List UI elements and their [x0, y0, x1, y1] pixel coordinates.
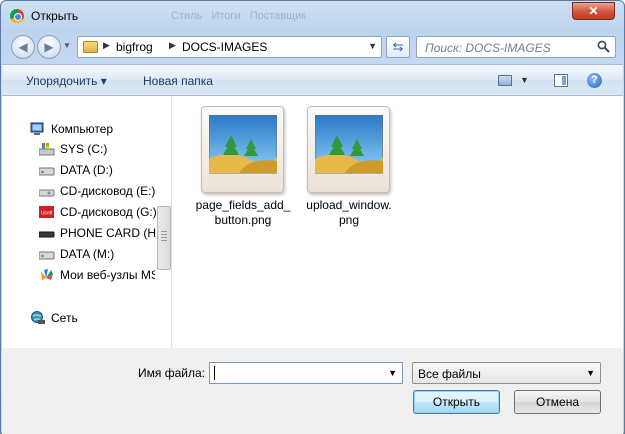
content-area: Компьютер SYS (C:) DATA (D:) CD-дисковод… [2, 96, 623, 348]
close-button[interactable]: ✕ [572, 2, 615, 20]
organize-menu-button[interactable]: Упорядочить ▾ [26, 74, 107, 88]
msn-icon [41, 269, 53, 280]
filename-history-dropdown-icon[interactable]: ▼ [388, 368, 397, 378]
filename-label: Имя файла: [138, 366, 205, 380]
help-icon[interactable]: ? [587, 73, 602, 88]
file-item-upload-window[interactable]: upload_window. png [293, 96, 393, 227]
search-input[interactable]: Поиск: DOCS-IMAGES [416, 36, 616, 58]
close-icon: ✕ [588, 4, 599, 18]
address-bar[interactable]: ▶ bigfrog ▶ DOCS-IMAGES ▼ [77, 36, 382, 58]
sidebar-item-label: Сеть [51, 311, 78, 325]
window-title: Открыть [31, 9, 79, 23]
cd-drive-icon [39, 189, 55, 197]
breadcrumb-separator-icon[interactable]: ▶ [169, 40, 176, 51]
cancel-button[interactable]: Отмена [514, 390, 601, 414]
breadcrumb-item-docs-images[interactable]: DOCS-IMAGES [182, 40, 267, 54]
folder-icon [83, 41, 98, 53]
open-button[interactable]: Открыть [413, 390, 500, 414]
image-file-icon [307, 106, 390, 193]
hard-drive-icon [39, 167, 55, 176]
search-placeholder: Поиск: DOCS-IMAGES [425, 41, 551, 55]
filename-input[interactable]: ▼ [209, 362, 403, 384]
removable-drive-icon [39, 231, 55, 238]
refresh-button[interactable]: ⇆ [386, 36, 410, 58]
sidebar-item-label: CD-дисковод (E:) [60, 184, 156, 198]
chevron-down-icon: ▼ [586, 368, 595, 378]
preview-pane-icon[interactable] [554, 74, 568, 87]
sidebar-item-label: PHONE CARD (H:) [60, 226, 164, 240]
system-drive-icon [39, 143, 55, 156]
search-icon[interactable] [597, 40, 610, 53]
background-tabs: Стиль Итоги Поставщик [171, 10, 307, 22]
file-type-value: Все файлы [418, 367, 481, 381]
network-icon [31, 311, 45, 324]
open-file-dialog: Открыть Стиль Итоги Поставщик ✕ ◀ ▶ ▼ ▶ … [0, 0, 625, 434]
title-bar: Открыть Стиль Итоги Поставщик ✕ [1, 1, 624, 31]
view-options-dropdown[interactable]: ▼ [520, 75, 529, 85]
sidebar-item-label: SYS (C:) [60, 142, 108, 156]
dialog-footer: Имя файла: ▼ Все файлы ▼ Открыть Отмена [2, 348, 623, 434]
new-folder-button[interactable]: Новая папка [143, 74, 213, 88]
address-dropdown-icon[interactable]: ▼ [368, 41, 377, 51]
sidebar-item-label: Компьютер [51, 122, 114, 136]
chrome-icon [10, 9, 24, 23]
image-file-icon [201, 106, 284, 193]
command-bar: Упорядочить ▾ Новая папка ▼ ? [2, 64, 623, 96]
sidebar-item-label: CD-дисковод (G:) [60, 205, 157, 219]
file-type-select[interactable]: Все файлы ▼ [412, 362, 601, 384]
sidebar-item-label: Мои веб-узлы MSN [60, 268, 155, 282]
change-view-icon[interactable] [498, 75, 512, 86]
text-caret [214, 366, 215, 380]
hard-drive-icon [39, 251, 55, 260]
svg-text:Ucell: Ucell [41, 211, 52, 217]
refresh-icon: ⇆ [392, 39, 404, 54]
file-list: page_fields_add_ button.png upload_windo… [173, 96, 623, 348]
forward-button[interactable]: ▶ [37, 35, 61, 59]
recent-locations-dropdown[interactable]: ▼ [63, 41, 71, 50]
navigation-scrollbar[interactable] [157, 206, 171, 270]
file-item-page-fields-add-button[interactable]: page_fields_add_ button.png [187, 96, 290, 227]
back-button[interactable]: ◀ [11, 35, 35, 59]
sidebar-item-label: DATA (D:) [60, 163, 113, 177]
breadcrumb-separator-icon[interactable]: ▶ [103, 40, 110, 51]
file-name: page_fields_add_ button.png [195, 198, 291, 227]
usb-modem-icon: Ucell [39, 206, 54, 218]
file-name: upload_window. png [306, 198, 392, 227]
navigation-pane: Компьютер SYS (C:) DATA (D:) CD-дисковод… [2, 96, 172, 348]
computer-icon [30, 122, 44, 135]
sidebar-item-label: DATA (M:) [60, 247, 115, 261]
breadcrumb-item-bigfrog[interactable]: bigfrog [116, 40, 153, 54]
arrow-left-icon: ◀ [18, 40, 28, 54]
arrow-right-icon: ▶ [44, 40, 54, 54]
